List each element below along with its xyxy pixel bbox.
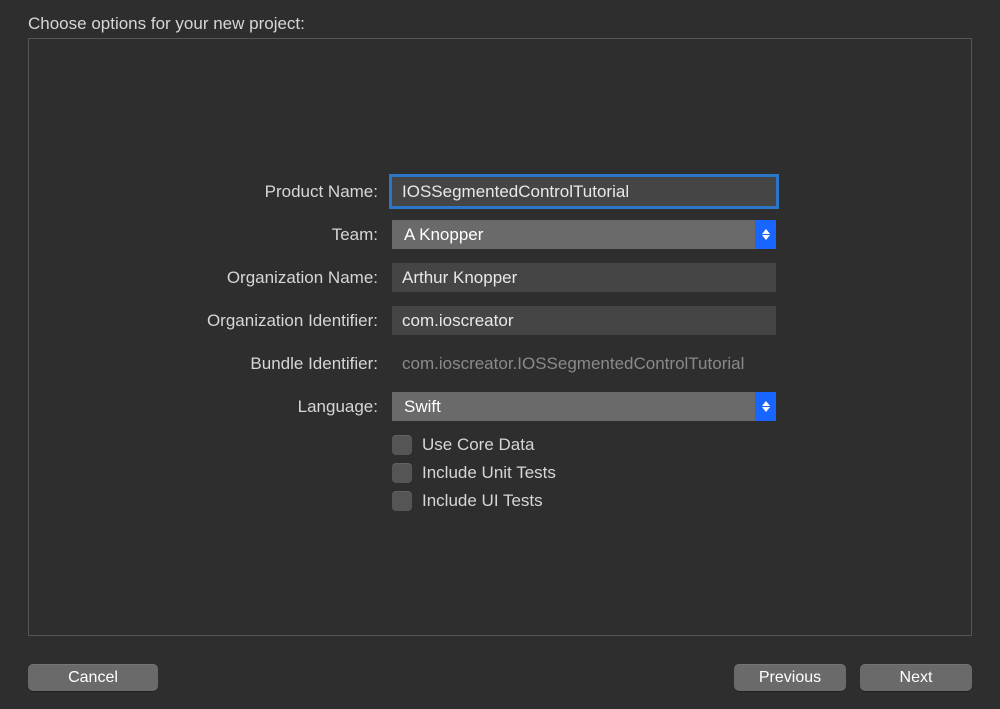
next-button[interactable]: Next	[860, 664, 972, 691]
include-ui-tests-label: Include UI Tests	[422, 491, 543, 511]
team-select-value: A Knopper	[392, 220, 755, 249]
team-select[interactable]: A Knopper	[392, 220, 776, 249]
use-core-data-label: Use Core Data	[422, 435, 534, 455]
use-core-data-checkbox[interactable]	[392, 435, 412, 455]
team-label: Team:	[174, 225, 392, 245]
bundle-identifier-label: Bundle Identifier:	[174, 354, 392, 374]
bundle-identifier-value: com.ioscreator.IOSSegmentedControlTutori…	[392, 349, 776, 378]
org-name-label: Organization Name:	[174, 268, 392, 288]
project-options-form: Product Name: Team: A Knopper Organizati…	[174, 177, 824, 519]
page-title: Choose options for your new project:	[28, 14, 305, 34]
include-ui-tests-checkbox[interactable]	[392, 491, 412, 511]
previous-button[interactable]: Previous	[734, 664, 846, 691]
select-arrows-icon	[755, 392, 776, 421]
language-select[interactable]: Swift	[392, 392, 776, 421]
org-name-input[interactable]	[392, 263, 776, 292]
org-identifier-label: Organization Identifier:	[174, 311, 392, 331]
content-frame: Product Name: Team: A Knopper Organizati…	[28, 38, 972, 636]
footer: Cancel Previous Next	[28, 664, 972, 691]
language-select-value: Swift	[392, 392, 755, 421]
cancel-button[interactable]: Cancel	[28, 664, 158, 691]
product-name-input[interactable]	[392, 177, 776, 206]
language-label: Language:	[174, 397, 392, 417]
product-name-label: Product Name:	[174, 182, 392, 202]
org-identifier-input[interactable]	[392, 306, 776, 335]
select-arrows-icon	[755, 220, 776, 249]
include-unit-tests-checkbox[interactable]	[392, 463, 412, 483]
include-unit-tests-label: Include Unit Tests	[422, 463, 556, 483]
